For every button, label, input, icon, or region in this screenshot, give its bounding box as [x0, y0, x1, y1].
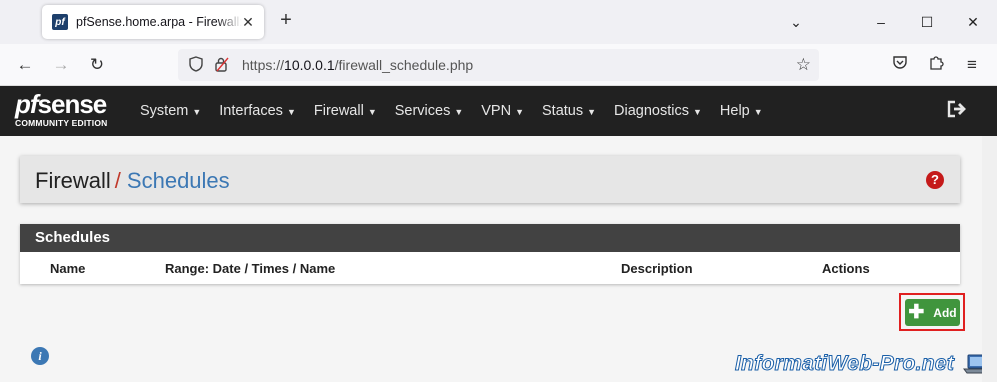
address-bar[interactable]: https://10.0.0.1/firewall_schedule.php ☆ — [178, 49, 819, 81]
caret-down-icon: ▼ — [286, 107, 296, 117]
caret-down-icon: ▼ — [454, 107, 464, 117]
lock-warning-icon[interactable] — [212, 56, 232, 75]
caret-down-icon: ▼ — [693, 107, 702, 117]
breadcrumb-current-link[interactable]: Schedules — [127, 168, 230, 193]
menu-services[interactable]: Services ▼ — [395, 103, 464, 119]
plus-icon: ✚ — [908, 301, 925, 323]
col-range: Range: Date / Times / Name — [165, 261, 336, 276]
col-name: Name — [50, 261, 86, 276]
tab-list-chevron-icon[interactable]: ⌄ — [784, 10, 808, 34]
col-description: Description — [621, 261, 693, 276]
pfsense-logo[interactable]: pfsense COMMUNITY EDITION — [15, 91, 125, 131]
caret-down-icon: ▼ — [515, 107, 525, 117]
breadcrumb: Firewall / Schedules ? — [20, 156, 960, 203]
info-icon[interactable]: i — [31, 347, 49, 365]
forward-icon[interactable]: → — [49, 53, 73, 77]
browser-tab[interactable]: pf pfSense.home.arpa - Firewall: Schedul… — [42, 5, 264, 39]
breadcrumb-separator: / — [114, 168, 121, 193]
page-content: Firewall / Schedules ? Schedules Name Rang… — [0, 136, 993, 382]
tab-title: pfSense.home.arpa - Firewall: Schedules — [76, 15, 242, 29]
add-button-label: Add — [933, 305, 957, 320]
extensions-icon[interactable] — [924, 53, 948, 77]
close-window-icon[interactable]: ✕ — [961, 10, 985, 34]
logout-icon[interactable] — [947, 100, 967, 123]
main-menu: System ▼ Interfaces ▼ Firewall ▼ Services ▼ … — [140, 86, 781, 136]
menu-vpn[interactable]: VPN ▼ — [481, 103, 524, 119]
browser-tab-bar: pf pfSense.home.arpa - Firewall: Schedul… — [0, 0, 997, 44]
caret-down-icon: ▼ — [753, 107, 763, 117]
watermark: InformatiWeb-Pro.net — [734, 352, 955, 376]
menu-interfaces[interactable]: Interfaces ▼ — [219, 103, 296, 119]
menu-hamburger-icon[interactable]: ≡ — [960, 53, 984, 77]
help-icon[interactable]: ? — [926, 171, 944, 189]
maximize-icon[interactable]: ☐ — [915, 10, 939, 34]
back-icon[interactable]: ← — [13, 53, 37, 77]
col-actions: Actions — [822, 261, 870, 276]
menu-diagnostics[interactable]: Diagnostics ▼ — [614, 103, 702, 119]
url-text: https://10.0.0.1/firewall_schedule.php — [242, 57, 474, 73]
menu-status[interactable]: Status ▼ — [542, 103, 596, 119]
new-tab-icon[interactable]: + — [276, 10, 296, 30]
page-scrollbar[interactable] — [982, 136, 997, 382]
pocket-icon[interactable] — [888, 53, 912, 77]
panel-title: Schedules — [20, 224, 960, 252]
caret-down-icon: ▼ — [192, 107, 202, 117]
pfsense-favicon-icon: pf — [52, 14, 68, 30]
shield-icon[interactable] — [186, 55, 206, 75]
menu-help[interactable]: Help ▼ — [720, 103, 763, 119]
breadcrumb-parent: Firewall — [35, 168, 111, 193]
minimize-icon[interactable]: – — [869, 10, 893, 34]
close-tab-icon[interactable]: ✕ — [240, 14, 256, 30]
pfsense-header: pfsense COMMUNITY EDITION System ▼ Interf… — [0, 86, 997, 136]
browser-nav-bar: ← → ↻ https://10.0.0.1/firewall_schedule… — [0, 44, 997, 86]
caret-down-icon: ▼ — [587, 107, 597, 117]
table-header: Name Range: Date / Times / Name Descript… — [20, 252, 960, 284]
add-button[interactable]: ✚ Add — [905, 299, 960, 326]
menu-firewall[interactable]: Firewall ▼ — [314, 103, 377, 119]
schedules-panel: Schedules Name Range: Date / Times / Nam… — [20, 224, 960, 284]
logo-subtitle: COMMUNITY EDITION — [15, 118, 108, 128]
caret-down-icon: ▼ — [367, 107, 377, 117]
menu-system[interactable]: System ▼ — [140, 103, 201, 119]
bookmark-star-icon[interactable]: ☆ — [796, 55, 811, 75]
reload-icon[interactable]: ↻ — [85, 53, 109, 77]
